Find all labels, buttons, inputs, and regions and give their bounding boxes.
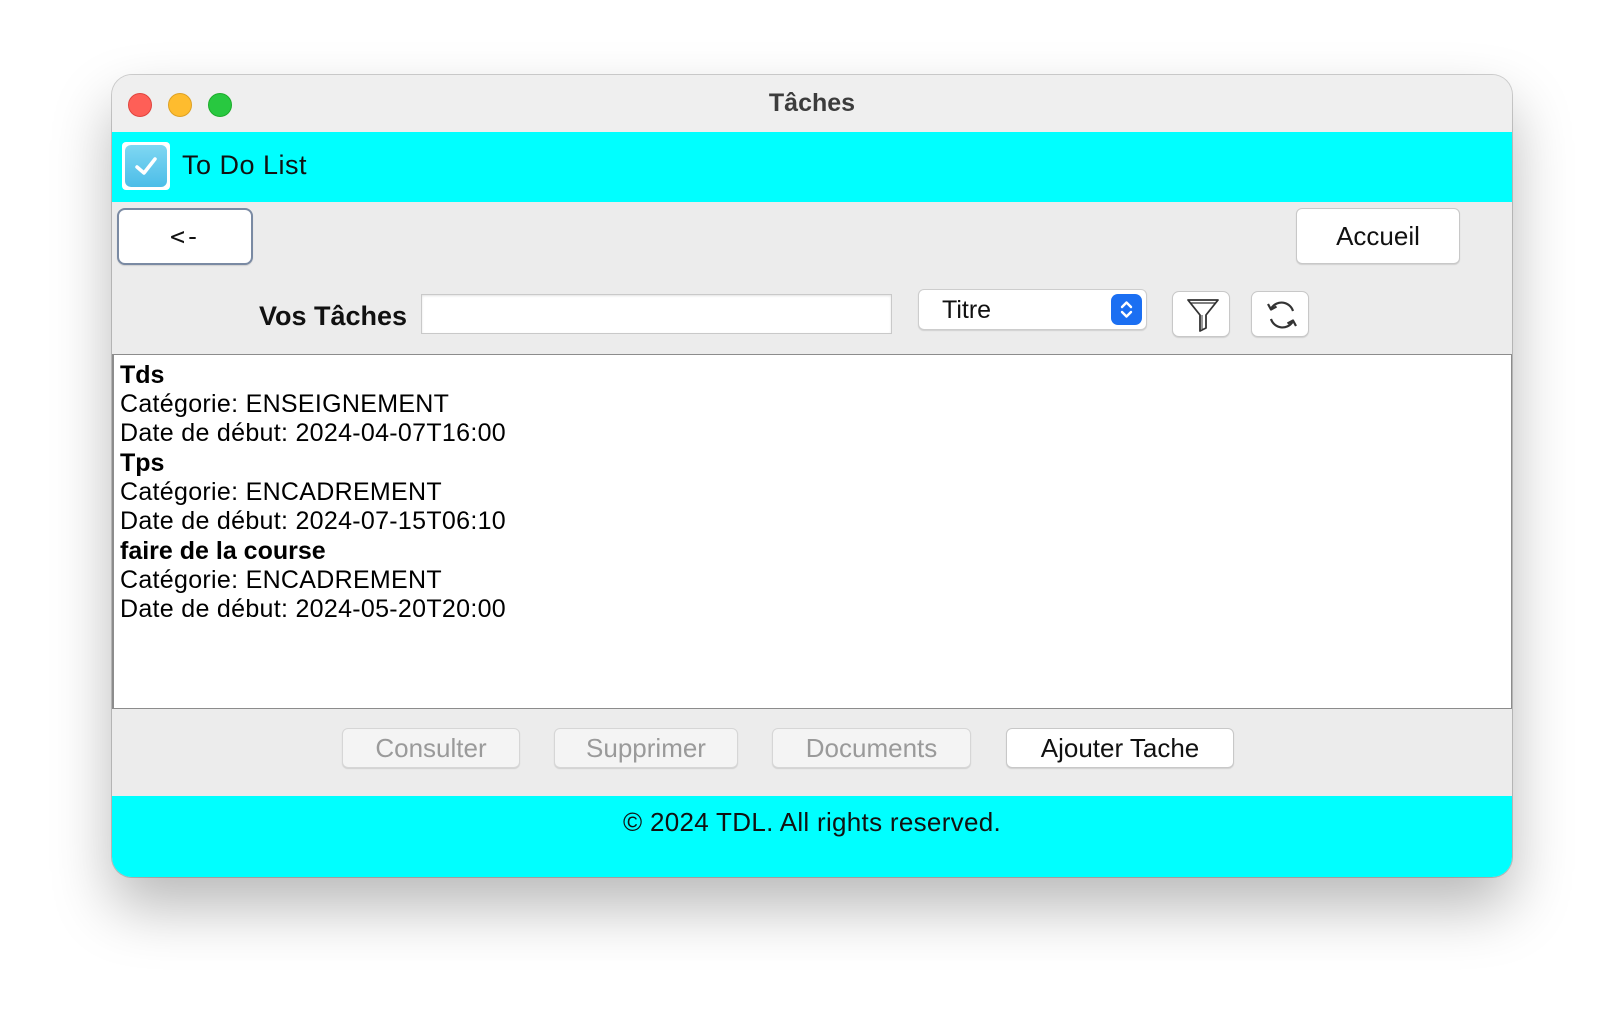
header-band: To Do List: [112, 132, 1512, 202]
window-title: Tâches: [768, 89, 856, 117]
task-start-date: Date de début: 2024-05-20T20:00: [120, 595, 506, 623]
search-label: Vos Tâches: [259, 301, 408, 331]
task-title: faire de la course: [120, 537, 326, 565]
filter-button[interactable]: [1172, 291, 1230, 337]
title-bar: Tâches: [112, 75, 1512, 133]
task-item[interactable]: Tps Catégorie: ENCADREMENT Date de début…: [120, 448, 1511, 536]
task-title: Tds: [120, 361, 165, 389]
documents-button[interactable]: Documents: [772, 728, 971, 768]
chevron-updown-icon: [1111, 294, 1142, 325]
task-start-date: Date de début: 2024-07-15T06:10: [120, 507, 506, 535]
task-category: Catégorie: ENSEIGNEMENT: [120, 390, 450, 418]
task-title: Tps: [120, 449, 165, 477]
filter-icon: [1187, 299, 1219, 332]
refresh-button[interactable]: [1251, 291, 1309, 337]
app-name: To Do List: [182, 150, 308, 180]
task-item[interactable]: faire de la course Catégorie: ENCADREMEN…: [120, 536, 1511, 624]
task-category: Catégorie: ENCADREMENT: [120, 478, 442, 506]
delete-button[interactable]: Supprimer: [554, 728, 738, 768]
sort-selected-value: Titre: [942, 296, 992, 324]
back-button[interactable]: <-: [117, 208, 253, 265]
sort-field-select[interactable]: Titre: [918, 289, 1147, 330]
task-start-date: Date de début: 2024-04-07T16:00: [120, 419, 506, 447]
consult-button[interactable]: Consulter: [342, 728, 520, 768]
task-item[interactable]: Tds Catégorie: ENSEIGNEMENT Date de débu…: [120, 360, 1511, 448]
app-window: Tâches To Do List <- Accueil Vos Tâches …: [112, 75, 1512, 877]
footer-band: © 2024 TDL. All rights reserved.: [112, 796, 1512, 877]
copyright-text: © 2024 TDL. All rights reserved.: [622, 807, 1001, 837]
search-input[interactable]: [421, 294, 892, 334]
task-list[interactable]: Tds Catégorie: ENSEIGNEMENT Date de débu…: [112, 354, 1512, 709]
checkbox-icon: [122, 142, 170, 190]
add-task-button[interactable]: Ajouter Tache: [1006, 728, 1234, 768]
refresh-icon: [1267, 301, 1297, 329]
task-category: Catégorie: ENCADREMENT: [120, 566, 442, 594]
home-button[interactable]: Accueil: [1296, 208, 1460, 264]
